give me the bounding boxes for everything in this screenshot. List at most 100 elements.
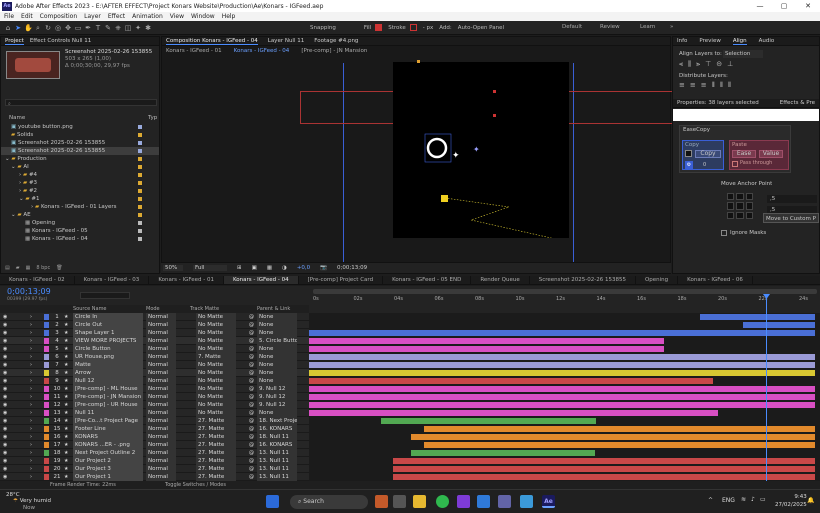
eye-icon[interactable]: ◉: [3, 313, 7, 321]
workspace-menu[interactable]: »: [670, 24, 673, 30]
expand-arrow-icon[interactable]: ›: [30, 401, 32, 409]
layer-name[interactable]: [Pre-Co...t Project Page: [73, 417, 143, 425]
label-color-swatch[interactable]: [44, 322, 49, 328]
layer-duration-bar[interactable]: [309, 338, 664, 344]
anchor-cell[interactable]: [745, 202, 753, 210]
label-color-swatch[interactable]: [44, 450, 49, 456]
viewer-timecode[interactable]: 0;00;13;09: [337, 265, 367, 271]
anchor-cell[interactable]: [745, 211, 753, 219]
blend-mode-dropdown[interactable]: Normal: [146, 457, 176, 465]
pickwhip-icon[interactable]: @: [249, 321, 254, 329]
layer-row[interactable]: ◉ › 19 ★ Our Project 2 Normal 27. Matte @13. Nu…: [0, 457, 309, 465]
stamp-tool-icon[interactable]: ⎈: [114, 24, 122, 32]
blend-mode-dropdown[interactable]: Normal: [146, 361, 176, 369]
layer-name[interactable]: Our Project 3: [73, 465, 143, 473]
eye-icon[interactable]: ◉: [3, 353, 7, 361]
header-parent[interactable]: Parent & Link: [257, 305, 290, 313]
layer-row[interactable]: ◉ › 12 ★ [Pre-comp] - UR House Normal No Matte…: [0, 401, 309, 409]
breadcrumb-comp-04[interactable]: Konars - IGFeed - 04: [234, 48, 290, 54]
pickwhip-icon[interactable]: @: [249, 353, 254, 361]
layer-name[interactable]: Shape Layer 1: [73, 329, 143, 337]
align-left-icon[interactable]: ⫷: [679, 60, 683, 69]
blend-mode-dropdown[interactable]: Normal: [146, 385, 176, 393]
playhead-line[interactable]: [766, 294, 767, 481]
layer-duration-bar[interactable]: [309, 410, 718, 416]
expand-arrow-icon[interactable]: ›: [30, 457, 32, 465]
label-color-swatch[interactable]: [44, 314, 49, 320]
track-matte-dropdown[interactable]: 27. Matte: [196, 441, 236, 449]
distribute-top-icon[interactable]: ≡: [679, 81, 685, 90]
label-color-swatch[interactable]: [44, 362, 49, 368]
parent-dropdown[interactable]: None: [257, 329, 297, 337]
anchor-cell[interactable]: [727, 211, 735, 219]
layer-duration-bar[interactable]: [309, 354, 815, 360]
eye-icon[interactable]: ◉: [3, 345, 7, 353]
list-item[interactable]: ▣ Screenshot 2025-02-26 153855: [1, 139, 159, 147]
timeline-tab[interactable]: Render Queue: [471, 276, 530, 284]
fill-option[interactable]: Fill: [364, 25, 371, 31]
layer-name[interactable]: UR House.png: [73, 353, 143, 361]
layer-name[interactable]: Our Project 2: [73, 457, 143, 465]
layer-row[interactable]: ◉ › 9 ★ Null 12 Normal No Matte @ None: [0, 377, 309, 385]
pickwhip-icon[interactable]: @: [249, 345, 254, 353]
expand-arrow-icon[interactable]: ›: [30, 321, 32, 329]
chevron-down-icon[interactable]: ⌄: [5, 156, 10, 162]
list-item[interactable]: ⌄ ▰ AI: [1, 163, 159, 171]
time-ruler[interactable]: 0s 02s 04s 06s 08s 10s 12s 14s 16s 18s 20s 22s 24s: [309, 286, 820, 313]
distribute-vcenter-icon[interactable]: ≡: [690, 81, 696, 90]
layer-name[interactable]: KONARS ...ER - .png: [73, 441, 143, 449]
expand-arrow-icon[interactable]: ›: [30, 361, 32, 369]
store-icon[interactable]: [520, 495, 533, 508]
eye-icon[interactable]: ◉: [3, 465, 7, 473]
layer-duration-bar[interactable]: [309, 378, 713, 384]
expand-arrow-icon[interactable]: ›: [30, 425, 32, 433]
pickwhip-icon[interactable]: @: [249, 457, 254, 465]
list-item[interactable]: ▦ Opening: [1, 219, 159, 227]
eye-icon[interactable]: ◉: [3, 409, 7, 417]
parent-dropdown[interactable]: 13. Null 11: [257, 473, 297, 481]
layer-row[interactable]: ◉ › 2 ★ Circle Out Normal No Matte @ None: [0, 321, 309, 329]
file-explorer-icon[interactable]: [413, 495, 426, 508]
track-matte-dropdown[interactable]: No Matte: [196, 409, 236, 417]
whatsapp-icon[interactable]: [436, 495, 449, 508]
tab-project[interactable]: Project: [5, 38, 24, 45]
pan-behind-icon[interactable]: ✥: [64, 24, 72, 32]
track-matte-dropdown[interactable]: 27. Matte: [196, 425, 236, 433]
eye-icon[interactable]: ◉: [3, 401, 7, 409]
track-matte-dropdown[interactable]: 27. Matte: [196, 457, 236, 465]
layer-search-input[interactable]: [80, 292, 130, 299]
eye-icon[interactable]: ◉: [3, 449, 7, 457]
expand-arrow-icon[interactable]: ›: [30, 441, 32, 449]
track-matte-dropdown[interactable]: No Matte: [196, 401, 236, 409]
tab-align[interactable]: Align: [732, 38, 747, 45]
guide-line[interactable]: [573, 63, 574, 265]
header-track-matte[interactable]: Track Matte: [190, 305, 219, 313]
label-color-swatch[interactable]: [44, 474, 49, 480]
blend-mode-dropdown[interactable]: Normal: [146, 337, 176, 345]
column-type[interactable]: Typ: [148, 114, 157, 122]
layer-duration-bar[interactable]: [309, 346, 664, 352]
list-item[interactable]: › ▰ #2: [1, 187, 159, 195]
layer-duration-bar[interactable]: [424, 442, 815, 448]
copy-settings-icon[interactable]: ⚙: [685, 161, 693, 169]
expand-arrow-icon[interactable]: ›: [30, 409, 32, 417]
expand-arrow-icon[interactable]: ›: [30, 313, 32, 321]
pickwhip-icon[interactable]: @: [249, 409, 254, 417]
layer-duration-bar[interactable]: [393, 474, 815, 480]
breadcrumb-precomp-jn[interactable]: [Pre-comp] - JN Mansion: [301, 48, 367, 54]
paste-value-button[interactable]: Value: [759, 150, 783, 158]
breadcrumb-comp-01[interactable]: Konars - IGFeed - 01: [166, 48, 222, 54]
track-matte-dropdown[interactable]: 27. Matte: [196, 417, 236, 425]
layer-row[interactable]: ◉ › 16 ★ KONARS Normal 27. Matte @18. Null 11: [0, 433, 309, 441]
track-matte-dropdown[interactable]: No Matte: [196, 385, 236, 393]
layer-name[interactable]: Footer Line: [73, 425, 143, 433]
home-icon[interactable]: ⌂: [4, 24, 12, 32]
tray-overflow-icon[interactable]: ^: [708, 497, 713, 504]
pickwhip-icon[interactable]: @: [249, 441, 254, 449]
label-color-swatch[interactable]: [44, 370, 49, 376]
layer-duration-bar[interactable]: [309, 402, 815, 408]
blend-mode-dropdown[interactable]: Normal: [146, 353, 176, 361]
layer-row[interactable]: ◉ › 3 ★ Shape Layer 1 Normal No Matte @ None: [0, 329, 309, 337]
timeline-tab[interactable]: [Pre-comp] Project Card: [299, 276, 384, 284]
expand-arrow-icon[interactable]: ›: [30, 337, 32, 345]
